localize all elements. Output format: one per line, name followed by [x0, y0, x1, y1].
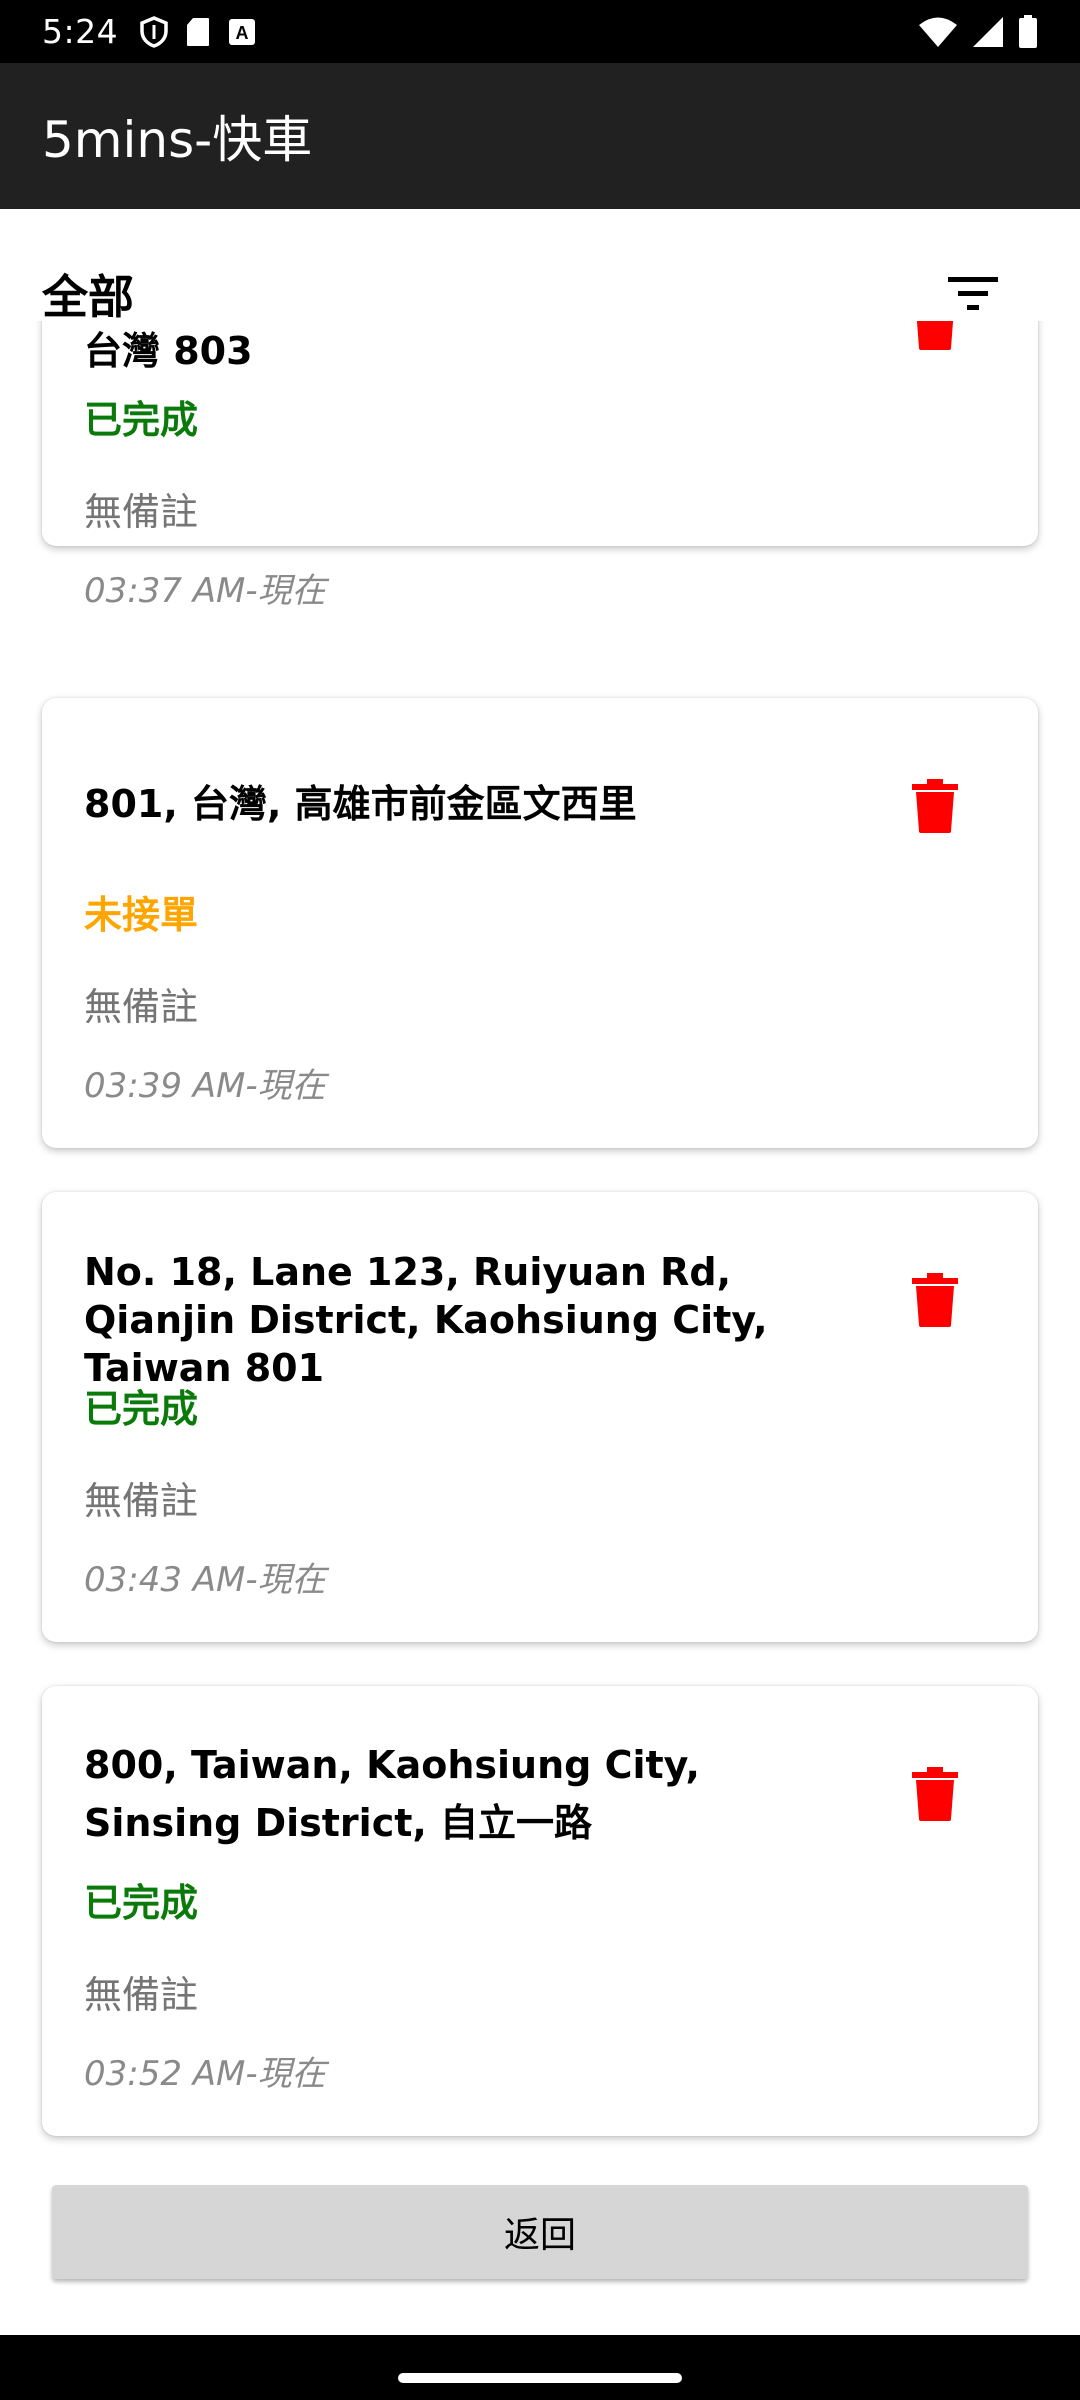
sd-card-icon: [187, 17, 210, 46]
status-time: 5:24: [42, 12, 119, 51]
signal-icon: [973, 16, 1003, 47]
filter-list-icon[interactable]: [946, 273, 1006, 319]
filter-label: 全部: [42, 270, 134, 324]
order-status: 已完成: [84, 398, 199, 442]
order-card[interactable]: No. 18, Lane 123, Ruiyuan Rd, Qianjin Di…: [42, 1192, 1038, 1642]
order-time: 03:37 AM-現在: [84, 571, 326, 611]
trash-icon[interactable]: [910, 1272, 960, 1328]
navigation-bar: [0, 2335, 1080, 2400]
order-time: 03:39 AM-現在: [84, 1066, 326, 1106]
order-note: 無備註: [84, 1973, 199, 2017]
order-time: 03:52 AM-現在: [84, 2054, 326, 2094]
home-gesture-handle[interactable]: [398, 2373, 682, 2383]
trash-icon[interactable]: [910, 1766, 960, 1822]
shield-icon: [140, 15, 168, 48]
order-time: 03:43 AM-現在: [84, 1560, 326, 1600]
order-status: 已完成: [84, 1881, 199, 1925]
battery-icon: [1019, 14, 1037, 48]
app-bar: 5mins-快車: [0, 63, 1080, 209]
order-note: 無備註: [84, 490, 199, 534]
a-badge-icon: A: [229, 18, 256, 45]
order-list-screen: 台灣 803 已完成 無備註 03:37 AM-現在 801, 台灣, 高雄市前…: [0, 209, 1080, 2335]
filter-header: 全部: [0, 209, 1080, 324]
order-card[interactable]: 台灣 803 已完成 無備註 03:37 AM-現在: [42, 321, 1038, 611]
trash-icon[interactable]: [910, 778, 960, 834]
order-card[interactable]: 800, Taiwan, Kaohsiung City, Sinsing Dis…: [42, 1686, 1038, 2136]
order-list[interactable]: 台灣 803 已完成 無備註 03:37 AM-現在 801, 台灣, 高雄市前…: [0, 321, 1080, 2306]
svg-text:A: A: [236, 23, 249, 43]
order-address: 台灣 803: [84, 329, 253, 373]
status-bar: 5:24 A: [0, 0, 1080, 63]
app-title: 5mins-快車: [42, 111, 313, 169]
back-button[interactable]: 返回: [52, 2185, 1028, 2279]
trash-icon[interactable]: [910, 321, 960, 351]
order-address: 800, Taiwan, Kaohsiung City, Sinsing Dis…: [84, 1743, 700, 1845]
order-note: 無備註: [84, 985, 199, 1029]
order-status: 已完成: [84, 1387, 199, 1431]
order-note: 無備註: [84, 1479, 199, 1523]
wifi-icon: [919, 17, 957, 47]
order-card[interactable]: 801, 台灣, 高雄市前金區文西里 未接單 無備註 03:39 AM-現在: [42, 698, 1038, 1148]
order-address: No. 18, Lane 123, Ruiyuan Rd, Qianjin Di…: [84, 1250, 768, 1390]
order-status: 未接單: [84, 893, 199, 937]
order-address: 801, 台灣, 高雄市前金區文西里: [84, 782, 637, 826]
